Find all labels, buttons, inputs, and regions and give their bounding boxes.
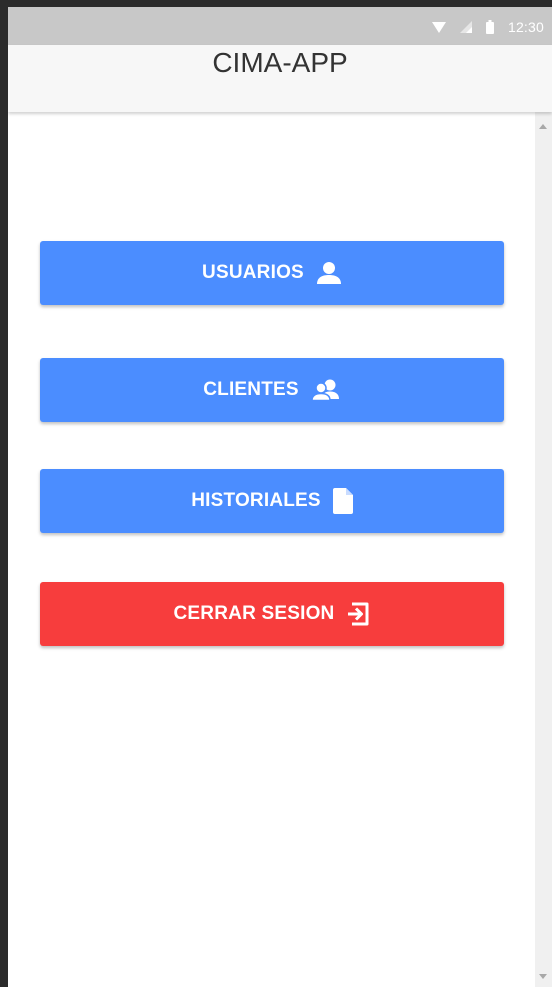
cerrar-sesion-button[interactable]: CERRAR SESION [40, 582, 504, 646]
wifi-icon [431, 21, 446, 33]
status-bar: 12:30 [8, 7, 552, 45]
main-content: USUARIOS CLIENTES HISTORIALES CERRAR SES… [8, 112, 535, 987]
cerrar-sesion-label: CERRAR SESION [173, 603, 335, 624]
battery-icon [485, 20, 494, 34]
usuarios-button[interactable]: USUARIOS [40, 241, 504, 305]
user-icon [316, 261, 342, 285]
logout-icon [346, 602, 370, 626]
clientes-label: CLIENTES [203, 379, 299, 400]
clientes-button[interactable]: CLIENTES [40, 358, 504, 422]
status-icons: 12:30 [431, 17, 544, 37]
app-bar: CIMA-APP [8, 45, 552, 112]
status-time: 12:30 [507, 19, 544, 35]
scroll-up-icon[interactable] [539, 124, 547, 129]
historiales-button[interactable]: HISTORIALES [40, 469, 504, 533]
scroll-down-icon[interactable] [539, 974, 547, 979]
document-icon [332, 488, 353, 514]
users-group-icon [311, 379, 341, 401]
app-title: CIMA-APP [212, 47, 348, 78]
usuarios-label: USUARIOS [202, 262, 304, 283]
phone-screen: 12:30 CIMA-APP USUARIOS CLIENTES HISTORI… [8, 7, 552, 987]
historiales-label: HISTORIALES [191, 490, 321, 511]
signal-icon [459, 21, 472, 33]
scrollbar[interactable] [535, 112, 552, 987]
